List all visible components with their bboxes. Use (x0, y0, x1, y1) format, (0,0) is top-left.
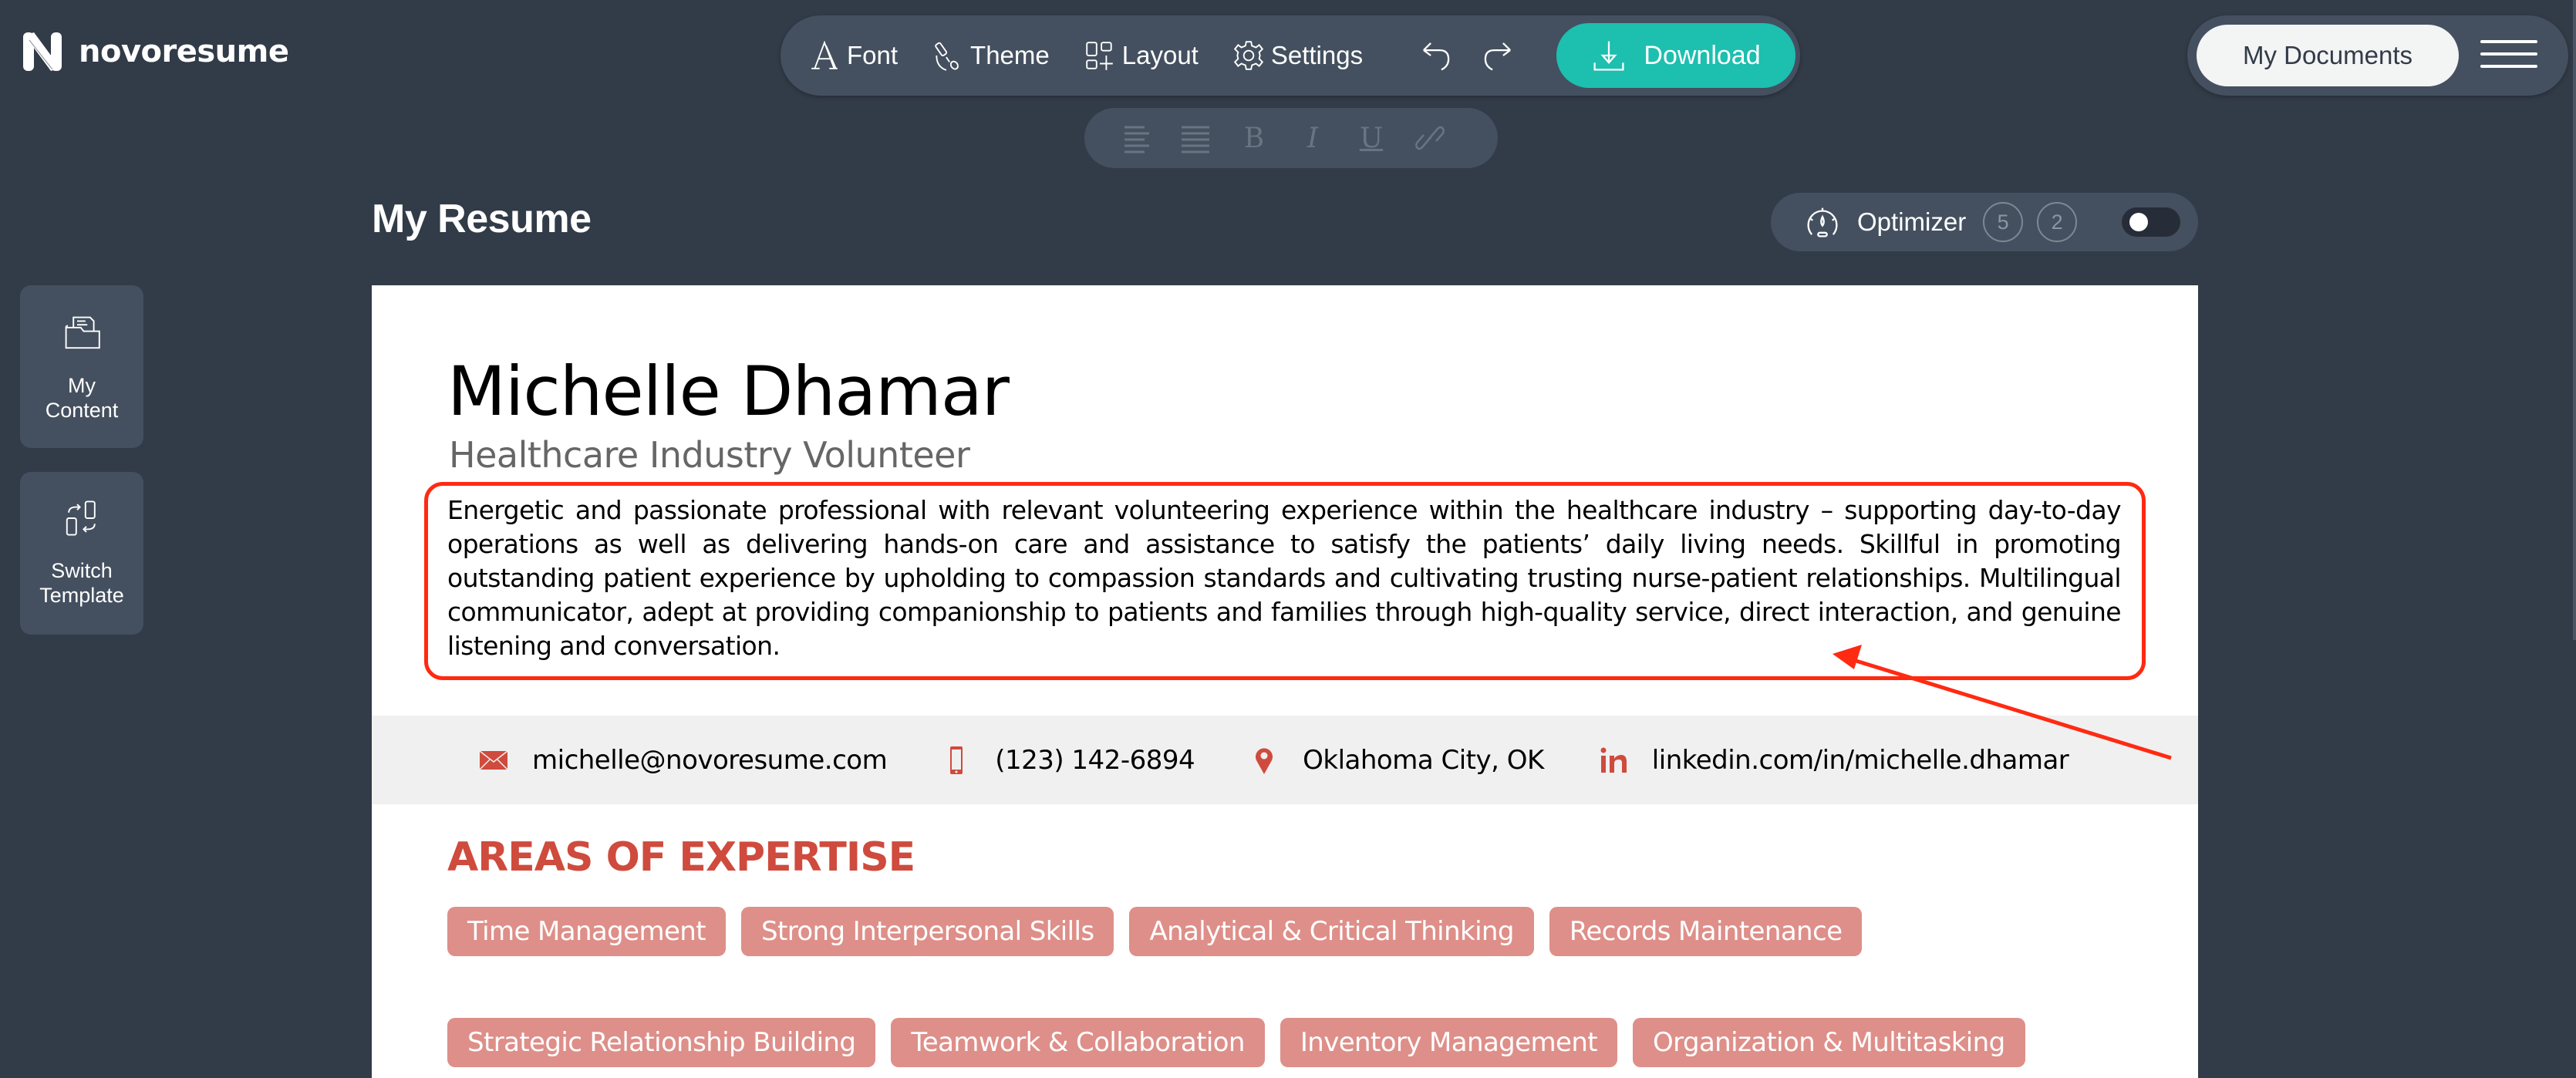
toolbar-font-button[interactable]: Font (808, 39, 898, 72)
underline-button[interactable]: U (1356, 122, 1387, 154)
toolbar-theme-button[interactable]: Theme (932, 39, 1050, 72)
page-title: My Resume (372, 197, 592, 241)
optimizer-toggle[interactable] (2122, 207, 2181, 237)
contact-linkedin-text: linkedin.com/in/michelle.dhamar (1651, 744, 2069, 776)
bold-button[interactable]: B (1239, 122, 1269, 154)
toolbar-theme-label: Theme (970, 41, 1050, 69)
contact-bar: michelle@novoresume.com (123) 142-6894 O… (372, 716, 2198, 804)
sidebar-item-label: Template (39, 584, 124, 608)
novoresume-logo-icon (23, 32, 62, 71)
toolbar-font-label: Font (847, 41, 899, 69)
text-format-bar: B I U (1084, 108, 1498, 168)
gauge-icon (1807, 207, 1838, 237)
align-justify-icon (1182, 126, 1209, 153)
header-right-group: My Documents (2187, 15, 2568, 96)
brand-name: novoresume (79, 34, 289, 69)
resume-job-title[interactable]: Healthcare Industry Volunteer (449, 434, 970, 476)
redo-icon[interactable] (1480, 38, 1516, 73)
brush-icon (935, 42, 959, 71)
hamburger-icon[interactable] (2480, 40, 2537, 71)
my-documents-button[interactable]: My Documents (2197, 25, 2459, 86)
optimizer-label: Optimizer (1857, 207, 1967, 236)
contact-email-text: michelle@novoresume.com (532, 744, 888, 776)
italic-button[interactable]: I (1297, 122, 1328, 154)
align-justify-button[interactable] (1180, 123, 1211, 153)
sidebar-item-label: My (68, 374, 96, 397)
skill-tag[interactable]: Strategic Relationship Building (447, 1018, 876, 1067)
sidebar-item-my-content[interactable]: My Content (20, 285, 143, 448)
resume-name[interactable]: Michelle Dhamar (447, 352, 1010, 431)
font-icon (811, 40, 838, 69)
italic-icon: I (1307, 122, 1319, 154)
skill-tag[interactable]: Organization & Multitasking (1633, 1018, 2025, 1067)
layout-icon (1086, 42, 1113, 70)
novoresume-logo[interactable]: novoresume (22, 31, 289, 72)
contact-linkedin[interactable]: linkedin.com/in/michelle.dhamar (1598, 745, 2069, 776)
gear-icon (1233, 41, 1263, 70)
download-icon (1593, 41, 1624, 71)
contact-phone[interactable]: (123) 142-6894 (941, 745, 1195, 776)
email-icon (479, 750, 508, 770)
page-scrollbar[interactable] (2573, 0, 2576, 640)
optimizer-count-badge[interactable]: 5 (1983, 202, 2024, 242)
resume-summary[interactable]: Energetic and passionate professional wi… (447, 494, 2122, 663)
phone-icon (950, 746, 963, 774)
skill-tag[interactable]: Records Maintenance (1549, 907, 1863, 956)
location-pin-icon (1256, 747, 1273, 774)
switch-template-icon (66, 500, 96, 536)
sidebar-item-switch-template[interactable]: Switch Template (20, 472, 143, 635)
link-icon (1415, 126, 1445, 150)
undo-icon[interactable] (1418, 38, 1454, 73)
folder-document-icon (65, 316, 100, 349)
toolbar-layout-label: Layout (1121, 41, 1199, 69)
skill-tag[interactable]: Teamwork & Collaboration (891, 1018, 1265, 1067)
sidebar-item-label: Switch (51, 559, 113, 582)
skill-tag[interactable]: Strong Interpersonal Skills (741, 907, 1114, 956)
linkedin-icon (1600, 747, 1627, 773)
sidebar-item-label: Content (45, 399, 119, 423)
contact-location[interactable]: Oklahoma City, OK (1249, 745, 1544, 776)
editor-toolbar: Font Theme Layout Settings Download (781, 15, 1800, 96)
underline-icon: U (1359, 122, 1384, 154)
download-label: Download (1644, 40, 1761, 70)
expertise-tags: Time Management Strong Interpersonal Ski… (447, 907, 2144, 1067)
link-button[interactable] (1414, 123, 1445, 153)
download-button[interactable]: Download (1556, 23, 1795, 88)
toolbar-settings-button[interactable]: Settings (1232, 39, 1363, 72)
optimizer-panel: Optimizer 5 2 (1771, 193, 2198, 251)
contact-phone-text: (123) 142-6894 (995, 744, 1195, 776)
skill-tag[interactable]: Analytical & Critical Thinking (1129, 907, 1534, 956)
resume-page: Michelle Dhamar Healthcare Industry Volu… (372, 285, 2198, 1078)
skill-tag[interactable]: Inventory Management (1280, 1018, 1618, 1067)
skill-tag[interactable]: Time Management (447, 907, 726, 956)
align-left-button[interactable] (1121, 123, 1152, 153)
optimizer-count-badge[interactable]: 2 (2037, 202, 2078, 242)
section-title-expertise[interactable]: AREAS OF EXPERTISE (447, 834, 915, 881)
contact-email[interactable]: michelle@novoresume.com (478, 744, 888, 776)
toolbar-settings-label: Settings (1270, 41, 1364, 69)
toolbar-layout-button[interactable]: Layout (1084, 39, 1199, 72)
contact-location-text: Oklahoma City, OK (1303, 744, 1544, 776)
align-left-icon (1124, 126, 1149, 153)
bold-icon: B (1243, 122, 1265, 154)
